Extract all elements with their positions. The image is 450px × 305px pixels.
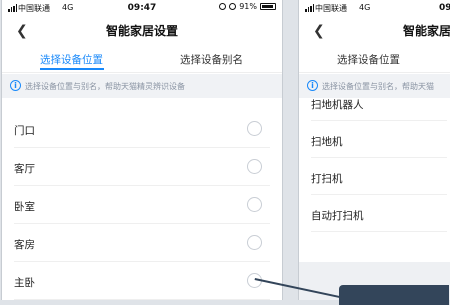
right-phone-screen: 中国联通 4G 09:47 ❮ 智能家居 选择设备位置 i 选择设备位置与别名，… xyxy=(298,0,450,300)
info-text: 选择设备位置与别名，帮助天猫精灵辨识设备 xyxy=(25,82,185,91)
status-bar: 中国联通 4G 09:47 91% xyxy=(2,0,282,18)
item-label: 自动打扫机 xyxy=(311,210,364,222)
radio-button[interactable] xyxy=(247,197,262,212)
alias-list: 扫地机器人 扫地机 打扫机 自动打扫机 xyxy=(299,84,450,232)
item-label: 扫地机器人 xyxy=(311,99,364,111)
tab-bar: 选择设备位置 选择设备别名 xyxy=(2,46,282,73)
battery-percent: 91% xyxy=(239,2,257,11)
tab-device-location[interactable]: 选择设备位置 xyxy=(337,52,400,67)
list-item[interactable]: 扫地机 xyxy=(299,121,450,158)
left-phone-screen: 中国联通 4G 09:47 91% ❮ 智能家居设置 选择设备位置 选择设备别名… xyxy=(1,0,283,300)
radio-button[interactable] xyxy=(247,235,262,250)
alarm-icon xyxy=(229,3,237,10)
item-label: 门口 xyxy=(14,125,35,137)
status-bar: 中国联通 4G 09:47 xyxy=(299,0,450,18)
clock: 09:47 xyxy=(439,3,450,13)
location-list: 门口 客厅 卧室 客房 主卧 xyxy=(2,110,282,300)
list-item[interactable]: 主卧 xyxy=(2,262,282,300)
list-item[interactable]: 客厅 xyxy=(2,148,282,186)
active-tab-indicator xyxy=(40,68,104,70)
location-icon xyxy=(219,3,227,10)
item-label: 客房 xyxy=(14,239,35,251)
list-item[interactable]: 自动打扫机 xyxy=(299,195,450,232)
tab-device-alias[interactable]: 选择设备别名 xyxy=(180,52,243,67)
nav-bar: ❮ 智能家居 xyxy=(299,18,450,44)
network-label: 4G xyxy=(359,3,371,12)
item-label: 主卧 xyxy=(14,277,35,289)
signal-icon xyxy=(305,4,314,12)
chevron-left-icon[interactable]: ❮ xyxy=(313,23,325,39)
item-label: 扫地机 xyxy=(311,136,343,148)
page-title: 智能家居设置 xyxy=(105,24,178,38)
carrier-label: 中国联通 xyxy=(315,4,347,13)
list-item[interactable]: 扫地机器人 xyxy=(299,84,450,121)
item-label: 打扫机 xyxy=(311,173,343,185)
info-banner: i 选择设备位置与别名，帮助天猫精灵辨识设备 xyxy=(2,74,282,98)
list-item[interactable]: 客房 xyxy=(2,224,282,262)
tab-device-location[interactable]: 选择设备位置 xyxy=(40,52,103,67)
list-item[interactable]: 卧室 xyxy=(2,186,282,224)
page-title: 智能家居 xyxy=(403,24,450,38)
nav-bar: ❮ 智能家居设置 xyxy=(2,18,282,44)
callout-box xyxy=(339,285,449,305)
radio-button[interactable] xyxy=(247,121,262,136)
item-label: 客厅 xyxy=(14,163,35,175)
list-item[interactable]: 打扫机 xyxy=(299,158,450,195)
tab-bar: 选择设备位置 xyxy=(299,46,450,73)
item-label: 卧室 xyxy=(14,201,35,213)
battery-icon xyxy=(260,3,276,10)
radio-button[interactable] xyxy=(247,159,262,174)
list-item[interactable]: 门口 xyxy=(2,110,282,148)
info-icon: i xyxy=(10,80,21,91)
